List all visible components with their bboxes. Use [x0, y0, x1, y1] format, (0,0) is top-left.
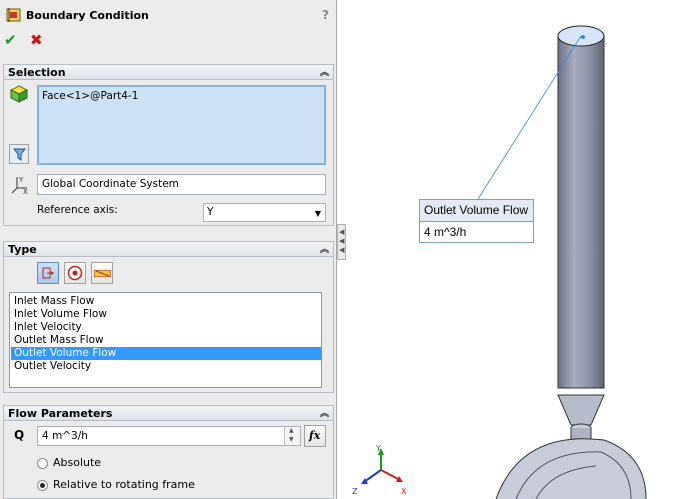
- boundary-callout[interactable]: Outlet Volume Flow 4 m^3/h: [419, 199, 534, 243]
- boundary-type-item[interactable]: Outlet Volume Flow: [11, 347, 321, 360]
- property-manager: Boundary Condition ? ✔ ✖ Selection ︽ Fac…: [0, 0, 337, 499]
- boundary-type-item[interactable]: Inlet Mass Flow: [11, 295, 321, 308]
- boundary-type-items: Inlet Mass Flow Inlet Volume Flow Inlet Ve…: [11, 295, 321, 373]
- reference-axis-label: Reference axis:: [37, 204, 118, 216]
- absolute-radio[interactable]: [37, 458, 48, 469]
- selection-header-label: Selection: [8, 66, 66, 79]
- svg-text:X: X: [23, 188, 28, 194]
- selection-group-body: Face<1>@Part4-1 Y X Global Coordinate Sy…: [3, 80, 334, 226]
- flow-parameters-label: Flow Parameters: [8, 407, 113, 420]
- face-cube-icon: [10, 85, 28, 103]
- function-icon: fx: [309, 429, 321, 442]
- triad-z-label: Z: [352, 487, 358, 496]
- wall-button[interactable]: [91, 262, 113, 284]
- pm-title-bar: Boundary Condition ?: [4, 3, 334, 27]
- panel-splitter-handle[interactable]: ◀ ◀ ◀: [337, 224, 346, 260]
- collapse-chevron-icon[interactable]: ︽: [320, 406, 329, 422]
- triad-x-label: X: [401, 487, 407, 496]
- filter-button[interactable]: [9, 144, 29, 164]
- coordinate-system-field[interactable]: Global Coordinate System: [37, 174, 326, 195]
- graphics-viewport[interactable]: Y X Z: [346, 0, 680, 499]
- selection-group-header[interactable]: Selection ︽: [3, 64, 334, 80]
- absolute-label: Absolute: [53, 456, 102, 469]
- collapse-chevron-icon[interactable]: ︽: [320, 242, 329, 258]
- svg-text:Y: Y: [18, 176, 24, 184]
- q-label: Q: [14, 428, 25, 442]
- dropdown-arrow-icon: ▼: [314, 209, 321, 218]
- volume-flow-input[interactable]: 4 m^3/h: [37, 426, 301, 446]
- reference-axis-value: Y: [207, 206, 214, 218]
- view-triad: Y X Z: [352, 444, 407, 496]
- flow-opening-icon: [42, 267, 54, 279]
- triad-y-label: Y: [375, 444, 381, 453]
- reference-axis-select[interactable]: Y ▼: [203, 203, 326, 222]
- cancel-button[interactable]: ✖: [30, 31, 43, 49]
- boundary-type-list[interactable]: Inlet Mass Flow Inlet Volume Flow Inlet Ve…: [9, 292, 322, 388]
- collapse-arrow-icon: ◀: [339, 237, 345, 245]
- callout-value: 4 m^3/h: [424, 225, 467, 239]
- coordinate-system-icon: Y X: [11, 176, 28, 194]
- collapse-arrow-icon: ◀: [339, 228, 345, 236]
- wall-icon: [94, 270, 111, 277]
- relative-frame-radio[interactable]: [37, 480, 48, 491]
- volume-flow-spinner[interactable]: ▲ ▼: [284, 427, 300, 445]
- type-group-body: Inlet Mass Flow Inlet Volume Flow Inlet Ve…: [3, 257, 334, 393]
- collapse-chevron-icon[interactable]: ︽: [320, 65, 329, 81]
- flow-parameters-header[interactable]: Flow Parameters ︽: [3, 405, 334, 421]
- selection-list[interactable]: Face<1>@Part4-1: [37, 85, 326, 165]
- flow-openings-button[interactable]: [37, 262, 59, 284]
- pressure-opening-icon: [67, 265, 83, 281]
- callout-title: Outlet Volume Flow: [420, 200, 533, 222]
- selected-face-marker: [581, 35, 585, 39]
- relative-frame-label: Relative to rotating frame: [53, 478, 195, 491]
- spin-down-icon[interactable]: ▼: [289, 436, 294, 443]
- type-group-header[interactable]: Type ︽: [3, 241, 334, 257]
- ok-button[interactable]: ✔: [4, 31, 17, 49]
- boundary-type-item[interactable]: Outlet Mass Flow: [11, 334, 321, 347]
- filter-icon: [13, 148, 26, 161]
- boundary-type-item[interactable]: Inlet Velocity: [11, 321, 321, 334]
- boundary-type-item[interactable]: Inlet Volume Flow: [11, 308, 321, 321]
- boundary-condition-icon: [6, 8, 21, 22]
- pressure-openings-button[interactable]: [64, 262, 86, 284]
- flow-parameters-body: Q 4 m^3/h ▲ ▼ fx Absolute Relative to ro…: [3, 421, 334, 499]
- selected-face-item[interactable]: Face<1>@Part4-1: [42, 90, 138, 102]
- type-header-label: Type: [8, 243, 37, 256]
- outlet-pipe-model[interactable]: [495, 25, 647, 499]
- pm-title: Boundary Condition: [26, 9, 149, 22]
- help-icon[interactable]: ?: [322, 8, 329, 22]
- collapse-arrow-icon: ◀: [339, 246, 345, 254]
- boundary-type-item[interactable]: Outlet Velocity: [11, 360, 321, 373]
- function-button[interactable]: fx: [304, 425, 326, 447]
- spin-up-icon[interactable]: ▲: [289, 427, 294, 434]
